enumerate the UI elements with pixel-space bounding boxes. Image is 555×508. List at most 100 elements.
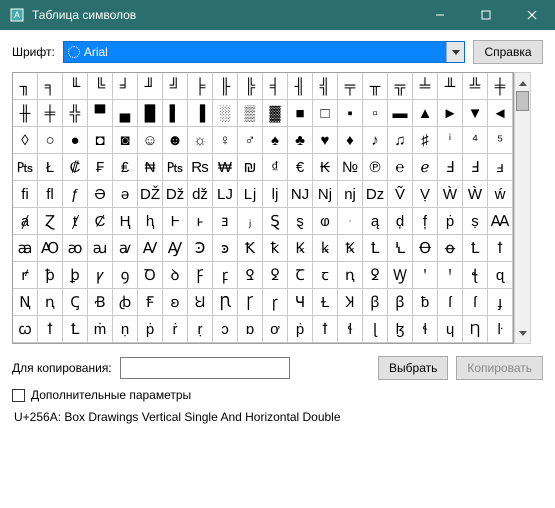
char-cell[interactable]: Ⱨ — [113, 208, 138, 235]
scroll-thumb[interactable] — [516, 91, 529, 111]
char-cell[interactable]: ₫ — [263, 154, 288, 181]
char-cell[interactable]: Ǆ — [138, 181, 163, 208]
char-cell[interactable]: ꞵ — [363, 289, 388, 316]
char-cell[interactable]: € — [288, 154, 313, 181]
char-cell[interactable]: ṗ — [438, 208, 463, 235]
char-cell[interactable]: Ⱶ — [163, 208, 188, 235]
char-cell[interactable]: ◊ — [13, 127, 38, 154]
char-cell[interactable]: ŀ — [488, 316, 513, 343]
char-cell[interactable]: ǅ — [163, 181, 188, 208]
char-cell[interactable]: ɋ — [488, 262, 513, 289]
char-cell[interactable]: ₩ — [213, 154, 238, 181]
char-cell[interactable]: ₤ — [113, 154, 138, 181]
close-button[interactable] — [509, 0, 555, 30]
char-cell[interactable]: ꞎ — [463, 262, 488, 289]
char-cell[interactable]: ⱶ — [188, 208, 213, 235]
char-cell[interactable]: ǌ — [338, 181, 363, 208]
char-cell[interactable]: Ꞗ — [88, 289, 113, 316]
char-cell[interactable]: ╧ — [413, 73, 438, 100]
char-cell[interactable]: ꜵ — [63, 235, 88, 262]
advanced-checkbox[interactable] — [12, 389, 25, 402]
copy-input[interactable] — [120, 357, 290, 379]
char-cell[interactable]: ♪ — [363, 127, 388, 154]
char-cell[interactable]: Ꞙ — [138, 289, 163, 316]
char-cell[interactable]: ╝ — [163, 73, 188, 100]
char-cell[interactable]: ṙ — [163, 316, 188, 343]
char-cell[interactable]: ⁵ — [488, 127, 513, 154]
char-cell[interactable]: Ꞌ — [438, 262, 463, 289]
char-cell[interactable]: ǲ — [363, 181, 388, 208]
char-cell[interactable]: Ꝋ — [413, 235, 438, 262]
char-cell[interactable]: ּ — [338, 208, 363, 235]
char-cell[interactable]: ɬ — [338, 316, 363, 343]
char-cell[interactable]: ₣ — [88, 154, 113, 181]
char-cell[interactable]: ╜ — [138, 73, 163, 100]
char-cell[interactable]: Ꞑ — [13, 289, 38, 316]
char-cell[interactable]: ╙ — [63, 73, 88, 100]
char-cell[interactable]: ₡ — [63, 154, 88, 181]
select-button[interactable]: Выбрать — [378, 356, 448, 380]
char-cell[interactable]: ╩ — [463, 73, 488, 100]
scroll-down-icon[interactable] — [515, 325, 530, 341]
char-cell[interactable]: ṛ — [188, 316, 213, 343]
char-cell[interactable]: ₧ — [13, 154, 38, 181]
char-cell[interactable]: ƒ — [63, 181, 88, 208]
char-cell[interactable]: ⱥ — [13, 208, 38, 235]
char-cell[interactable]: □ — [313, 100, 338, 127]
char-cell[interactable]: Ꜽ — [163, 235, 188, 262]
char-cell[interactable]: ﬂ — [38, 181, 63, 208]
char-cell[interactable]: ə — [113, 181, 138, 208]
char-cell[interactable]: ☼ — [188, 127, 213, 154]
char-cell[interactable]: Ꜵ — [38, 235, 63, 262]
char-cell[interactable]: ꝉ — [488, 235, 513, 262]
char-cell[interactable]: ꞷ — [13, 316, 38, 343]
char-cell[interactable]: ₪ — [238, 154, 263, 181]
char-cell[interactable]: ☻ — [163, 127, 188, 154]
char-cell[interactable]: ſ — [438, 289, 463, 316]
char-cell[interactable]: ǋ — [313, 181, 338, 208]
char-cell[interactable]: ꝋ — [438, 235, 463, 262]
char-cell[interactable]: Ꝉ — [363, 235, 388, 262]
char-cell[interactable]: Ꞟ — [188, 289, 213, 316]
char-cell[interactable]: ▬ — [388, 100, 413, 127]
char-cell[interactable]: █ — [138, 100, 163, 127]
char-cell[interactable]: Ꞅ — [238, 289, 263, 316]
chevron-down-icon[interactable] — [446, 42, 464, 62]
char-cell[interactable]: ₨ — [188, 154, 213, 181]
char-cell[interactable]: Ǉ — [213, 181, 238, 208]
char-cell[interactable]: ꝵ — [13, 262, 38, 289]
char-cell[interactable]: ḑ — [388, 208, 413, 235]
char-cell[interactable]: ▫ — [363, 100, 388, 127]
char-cell[interactable]: ꞝ — [163, 289, 188, 316]
char-cell[interactable]: ɒ — [238, 316, 263, 343]
char-cell[interactable]: ƀ — [413, 289, 438, 316]
char-cell[interactable]: ꞇ — [313, 262, 338, 289]
char-cell[interactable]: ꞑ — [38, 289, 63, 316]
char-cell[interactable]: Ꞔ — [63, 289, 88, 316]
char-cell[interactable]: ℯ — [413, 154, 438, 181]
char-cell[interactable]: ₦ — [138, 154, 163, 181]
char-cell[interactable]: ǉ — [263, 181, 288, 208]
char-cell[interactable]: ◙ — [113, 127, 138, 154]
char-cell[interactable]: ǈ — [238, 181, 263, 208]
char-cell[interactable]: Ꝿ — [238, 262, 263, 289]
char-cell[interactable]: ɟ — [488, 289, 513, 316]
maximize-button[interactable] — [463, 0, 509, 30]
char-cell[interactable]: ⁴ — [463, 127, 488, 154]
char-cell[interactable]: ꝼ — [213, 262, 238, 289]
char-cell[interactable]: ♦ — [338, 127, 363, 154]
char-cell[interactable]: ꜿ — [213, 235, 238, 262]
copy-button[interactable]: Копировать — [456, 356, 543, 380]
char-cell[interactable]: Ꜳ — [488, 208, 513, 235]
char-cell[interactable]: ꞅ — [263, 289, 288, 316]
char-cell[interactable]: Ɥ — [288, 289, 313, 316]
help-button[interactable]: Справка — [473, 40, 543, 64]
font-select[interactable]: Arial — [63, 41, 465, 63]
char-cell[interactable]: ▒ — [238, 100, 263, 127]
char-cell[interactable]: ♂ — [238, 127, 263, 154]
char-cell[interactable]: ơ — [263, 316, 288, 343]
char-cell[interactable]: Ƞ — [463, 316, 488, 343]
char-cell[interactable]: ○ — [38, 127, 63, 154]
char-cell[interactable]: ǆ — [188, 181, 213, 208]
char-cell[interactable]: ⅎ — [488, 154, 513, 181]
